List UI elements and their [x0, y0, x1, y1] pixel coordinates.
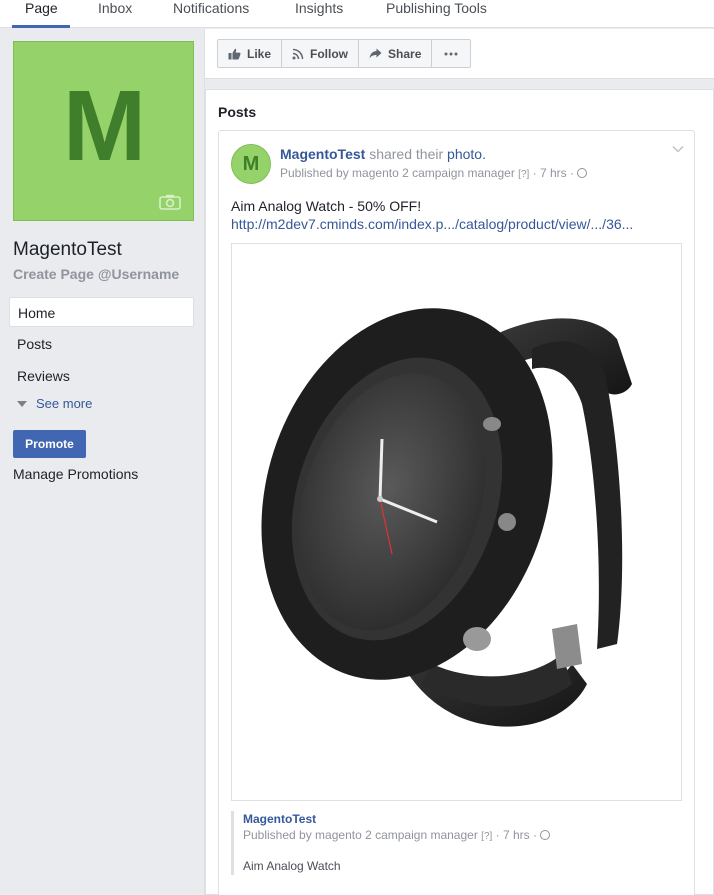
manage-promotions-link[interactable]: Manage Promotions — [13, 466, 138, 482]
sidebar-item-posts[interactable]: Posts — [9, 329, 194, 359]
post-avatar[interactable]: M — [231, 144, 271, 184]
top-tab-bar: Page Inbox Notifications Insights Publis… — [0, 0, 714, 28]
ellipsis-icon — [444, 52, 458, 55]
globe-icon — [540, 830, 551, 840]
tab-notifications[interactable]: Notifications — [173, 0, 249, 28]
tab-insights[interactable]: Insights — [295, 0, 343, 28]
post-meta: Published by magento 2 campaign manager … — [280, 166, 588, 180]
caret-down-icon — [17, 401, 27, 407]
chevron-down-icon[interactable] — [672, 145, 684, 153]
post-message: Aim Analog Watch - 50% OFF! — [231, 198, 422, 214]
post-photo-watch[interactable] — [231, 243, 682, 801]
follow-label: Follow — [310, 46, 349, 61]
attachment-meta: Published by magento 2 campaign manager … — [243, 827, 671, 845]
globe-icon — [577, 168, 588, 178]
shared-attachment: MagentoTest Published by magento 2 campa… — [231, 811, 671, 875]
sidebar-item-home[interactable]: Home — [9, 297, 194, 327]
follow-button[interactable]: Follow — [282, 40, 360, 67]
tab-page[interactable]: Page — [12, 0, 70, 28]
camera-icon[interactable] — [159, 194, 181, 210]
profile-picture[interactable]: M — [13, 41, 194, 221]
page-name[interactable]: MagentoTest — [13, 239, 122, 261]
post-link-url[interactable]: http://m2dev7.cminds.com/index.p.../cata… — [231, 216, 633, 232]
tab-inbox[interactable]: Inbox — [98, 0, 132, 28]
tab-publishing-tools[interactable]: Publishing Tools — [386, 0, 487, 28]
sidebar-item-reviews[interactable]: Reviews — [9, 361, 194, 391]
profile-letter: M — [62, 70, 147, 182]
share-label: Share — [388, 46, 422, 61]
action-button-group: Like Follow Share — [217, 39, 472, 68]
attachment-help-marker[interactable]: [?] — [481, 831, 492, 842]
watch-image — [261, 308, 632, 727]
share-arrow-icon — [369, 48, 382, 59]
attachment-time[interactable]: · 7 hrs · — [496, 828, 537, 842]
see-more-link[interactable]: See more — [17, 396, 92, 411]
like-label: Like — [247, 46, 272, 61]
share-button[interactable]: Share — [359, 40, 433, 67]
attachment-author-link[interactable]: MagentoTest — [243, 811, 671, 827]
post-published-by: Published by magento 2 campaign manager — [280, 166, 515, 180]
rss-icon — [292, 48, 304, 59]
page-action-bar: Like Follow Share — [205, 29, 714, 79]
promote-button[interactable]: Promote — [13, 430, 86, 458]
thumbs-up-icon — [228, 48, 241, 59]
attachment-description: Aim Analog Watch — [243, 859, 341, 873]
post-card: M MagentoTest shared their photo. Publis… — [218, 130, 695, 895]
create-username-link[interactable]: Create Page @Username — [13, 266, 179, 282]
see-more-label: See more — [36, 396, 93, 411]
post-author-link[interactable]: MagentoTest — [280, 146, 365, 162]
post-time[interactable]: · 7 hrs · — [533, 166, 574, 180]
post-header: MagentoTest shared their photo. — [280, 146, 486, 162]
posts-heading: Posts — [218, 104, 257, 120]
posts-panel: Posts M MagentoTest shared their photo. … — [205, 89, 714, 895]
left-sidebar: M MagentoTest Create Page @Username Home… — [0, 29, 205, 895]
post-photo-link[interactable]: photo. — [447, 146, 486, 162]
post-action-text: shared their — [365, 146, 448, 162]
help-marker[interactable]: [?] — [518, 169, 529, 180]
more-options-button[interactable] — [432, 40, 470, 67]
like-button[interactable]: Like — [218, 40, 283, 67]
attachment-published-by: Published by magento 2 campaign manager — [243, 828, 478, 842]
